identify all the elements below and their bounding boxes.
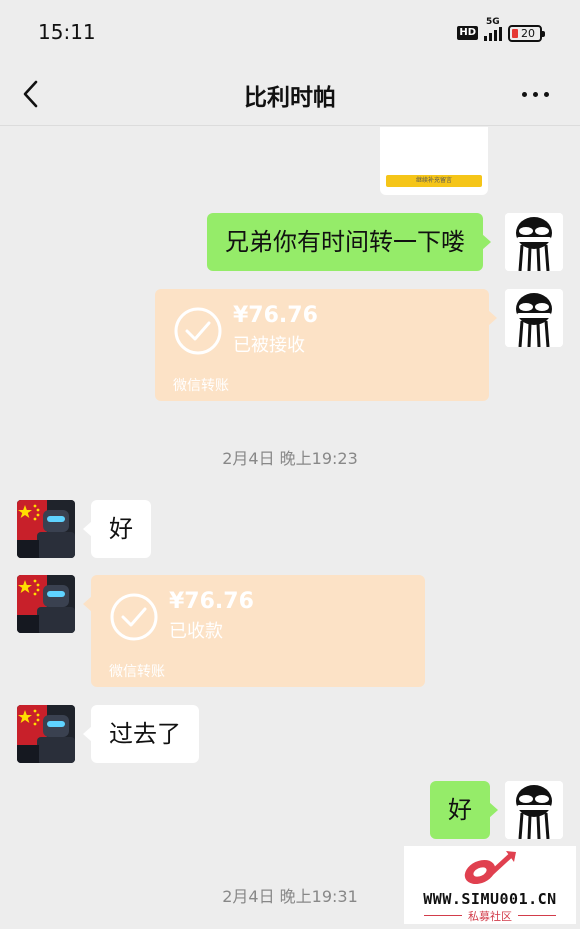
watermark-divider — [518, 915, 556, 916]
message-bubble-received[interactable]: 过去了 — [83, 705, 199, 763]
watermark-site: WWW.SIMU001.CN — [423, 890, 557, 908]
message-bubble-sent[interactable]: 好 — [430, 781, 498, 839]
chat-header: 比利时帕 — [0, 62, 580, 126]
hd-icon: HD — [457, 26, 478, 40]
network-type: 5G — [486, 17, 500, 27]
check-circle-icon — [174, 307, 222, 355]
robot-flag-avatar-icon — [17, 705, 75, 763]
status-bar: 15:11 HD 5G 20 — [0, 0, 580, 62]
image-message[interactable]: 继续补充留言 — [380, 127, 488, 195]
message-bubble-received[interactable]: 好 — [83, 500, 151, 558]
site-watermark: WWW.SIMU001.CN 私募社区 — [404, 846, 576, 924]
transfer-footer: 微信转账 — [173, 378, 229, 394]
stick-figure-avatar-icon — [505, 289, 563, 347]
status-time: 15:11 — [38, 20, 96, 44]
transfer-status: 已收款 — [169, 621, 223, 642]
transfer-card-sent[interactable]: ¥76.76 已被接收 微信转账 — [155, 289, 497, 401]
status-icons: HD 5G 20 — [457, 17, 545, 44]
transfer-amount: ¥76.76 — [233, 303, 318, 328]
robot-flag-avatar-icon — [17, 575, 75, 633]
avatar-contact[interactable] — [17, 500, 75, 558]
stick-figure-avatar-icon — [505, 213, 563, 271]
timestamp: 2月4日 晚上19:23 — [222, 449, 358, 468]
watermark-subtitle: 私募社区 — [468, 910, 512, 923]
battery-icon: 20 — [508, 24, 545, 42]
watermark-logo-icon — [464, 851, 516, 885]
stick-figure-avatar-icon — [505, 781, 563, 839]
avatar-self[interactable] — [505, 213, 563, 271]
transfer-amount: ¥76.76 — [169, 589, 254, 614]
robot-flag-avatar-icon — [17, 500, 75, 558]
avatar-self[interactable] — [505, 781, 563, 839]
avatar-self[interactable] — [505, 289, 563, 347]
message-list[interactable]: 继续补充留言 兄弟你有时间转一下喽 ¥76.76 已被接收 微信转账 2月4日 … — [0, 127, 580, 929]
battery-level: 20 — [521, 26, 535, 40]
chat-title: 比利时帕 — [244, 85, 336, 111]
check-circle-icon — [110, 593, 158, 641]
transfer-footer: 微信转账 — [109, 664, 165, 680]
message-bubble-sent[interactable]: 兄弟你有时间转一下喽 — [207, 213, 491, 271]
image-preview-button: 继续补充留言 — [386, 175, 482, 187]
transfer-card-received[interactable]: ¥76.76 已收款 微信转账 — [83, 575, 425, 687]
transfer-status: 已被接收 — [233, 335, 305, 356]
avatar-contact[interactable] — [17, 705, 75, 763]
signal-icon: 5G — [484, 17, 502, 41]
avatar-contact[interactable] — [17, 575, 75, 633]
more-options-icon[interactable] — [522, 84, 556, 104]
